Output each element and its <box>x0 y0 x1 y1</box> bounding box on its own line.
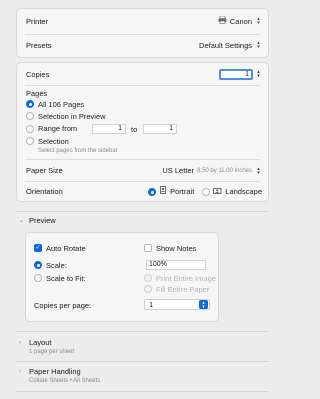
preview-title: Preview <box>29 216 56 225</box>
scale-label: Scale: <box>46 260 67 270</box>
radio-button[interactable] <box>144 285 152 293</box>
copies-per-page-popup[interactable]: 1 ▴ ▾ <box>144 299 210 310</box>
presets-row: Presets Default Settings ▴ ▾ <box>17 39 268 51</box>
landscape-icon <box>213 187 222 197</box>
radio-button[interactable] <box>34 274 42 282</box>
portrait-label: Portrait <box>170 187 195 196</box>
printer-label: Printer <box>26 16 49 26</box>
layout-summary: 1 page per sheet <box>29 349 75 355</box>
divider <box>25 159 260 160</box>
show-notes-option[interactable]: Show Notes <box>144 243 218 253</box>
radio-button[interactable] <box>34 261 42 269</box>
print-options-group: Copies 1 ▴ ▾ Pages All 106 Pages Selectio… <box>16 62 269 202</box>
pages-selection-label: Selection <box>38 136 69 146</box>
chevron-right-icon: › <box>19 339 21 346</box>
popup-arrows-icon: ▴ ▾ <box>257 40 260 50</box>
pages-selection-option[interactable]: Selection <box>26 136 268 146</box>
checkbox[interactable] <box>144 244 152 252</box>
checkmark-icon[interactable]: ✓ <box>34 244 42 252</box>
paper-size-row: Paper Size US Letter 8.50 by 11.00 inche… <box>17 165 268 176</box>
divider <box>25 85 260 86</box>
fill-entire-paper-option[interactable]: Fill Entire Paper <box>144 284 218 294</box>
radio-button[interactable] <box>26 137 34 145</box>
print-entire-image-label: Print Entire Image <box>156 273 217 283</box>
landscape-label: Landscape <box>225 187 262 196</box>
copies-label: Copies <box>26 69 50 79</box>
pages-selection-preview-label: Selection in Preview <box>38 111 106 121</box>
pages-all-label: All 106 Pages <box>38 99 85 109</box>
layout-title: Layout <box>29 338 52 347</box>
pages-range-label: Range from <box>38 124 78 133</box>
selection-hint: Select pages from the sidebar <box>38 148 118 154</box>
auto-rotate-label: Auto Rotate <box>46 243 86 253</box>
chevron-right-icon: › <box>19 368 21 375</box>
paper-size-popup[interactable]: US Letter 8.50 by 11.00 inches ▴ ▾ <box>162 165 262 176</box>
scale-to-fit-label: Scale to Fit: <box>46 273 86 283</box>
popup-arrows-icon: ▴ ▾ <box>257 16 260 26</box>
range-to-label: to <box>131 125 138 134</box>
copies-per-page-value: 1 <box>149 300 154 309</box>
show-notes-label: Show Notes <box>156 243 197 253</box>
scale-input[interactable]: 100% <box>146 260 206 270</box>
presets-value: Default Settings <box>199 40 252 50</box>
fill-entire-paper-label: Fill Entire Paper <box>156 284 210 294</box>
presets-popup[interactable]: Default Settings ▴ ▾ <box>199 40 262 51</box>
radio-button[interactable] <box>144 274 152 282</box>
radio-button[interactable] <box>26 124 34 133</box>
portrait-radio[interactable] <box>148 187 157 196</box>
paper-size-label: Paper Size <box>26 166 63 175</box>
copies-control: 1 ▴ ▾ <box>219 68 262 80</box>
copies-stepper[interactable]: ▴ ▾ <box>255 69 262 80</box>
orientation-label: Orientation <box>26 187 63 196</box>
preview-group: ✓ Auto Rotate Show Notes Scale: 100% Sca… <box>25 232 219 322</box>
popup-arrows-icon: ▴ ▾ <box>257 165 260 176</box>
radio-button[interactable] <box>26 112 34 120</box>
popup-arrows-icon: ▴ ▾ <box>199 300 208 309</box>
printer-popup[interactable]: Canon ▴ ▾ <box>218 15 262 27</box>
paper-handling-disclosure[interactable]: › Paper Handling <box>19 367 81 376</box>
divider <box>25 181 260 182</box>
pages-all-option[interactable]: All 106 Pages <box>26 99 268 109</box>
printer-value: Canon <box>229 16 252 26</box>
copies-per-page-label: Copies per page: <box>34 301 92 310</box>
divider <box>25 34 260 35</box>
section-separator <box>16 391 269 392</box>
orientation-row: Orientation Portrait Landscape <box>17 186 268 197</box>
paper-handling-title: Paper Handling <box>29 367 81 376</box>
landscape-radio[interactable] <box>202 187 211 196</box>
copies-row: Copies 1 ▴ ▾ <box>17 68 268 80</box>
layout-disclosure[interactable]: › Layout <box>19 338 52 347</box>
radio-button[interactable] <box>26 100 34 108</box>
pages-label: Pages <box>26 89 48 98</box>
printer-icon <box>218 15 227 26</box>
pages-selection-preview-option[interactable]: Selection in Preview <box>26 111 268 121</box>
range-to-input[interactable]: 1 <box>143 124 177 134</box>
orientation-options: Portrait Landscape <box>148 186 262 197</box>
paper-size-value: US Letter <box>162 166 195 175</box>
paper-size-detail: 8.50 by 11.00 inches <box>197 167 252 174</box>
print-entire-image-option[interactable]: Print Entire Image <box>144 273 218 283</box>
chevron-down-icon: ⌄ <box>19 218 25 224</box>
printer-presets-group: Printer Canon ▴ ▾ Presets Default Setting… <box>16 8 269 58</box>
section-separator <box>16 361 269 362</box>
section-separator <box>16 211 269 212</box>
portrait-icon <box>159 186 167 197</box>
printer-row: Printer Canon ▴ ▾ <box>17 15 268 27</box>
presets-label: Presets <box>26 40 52 50</box>
preview-disclosure[interactable]: ⌄ Preview <box>19 216 56 225</box>
copies-input[interactable]: 1 <box>219 68 253 80</box>
section-separator <box>16 331 269 332</box>
range-from-input[interactable]: 1 <box>92 124 126 134</box>
paper-handling-summary: Collate Sheets • All Sheets <box>29 378 101 384</box>
